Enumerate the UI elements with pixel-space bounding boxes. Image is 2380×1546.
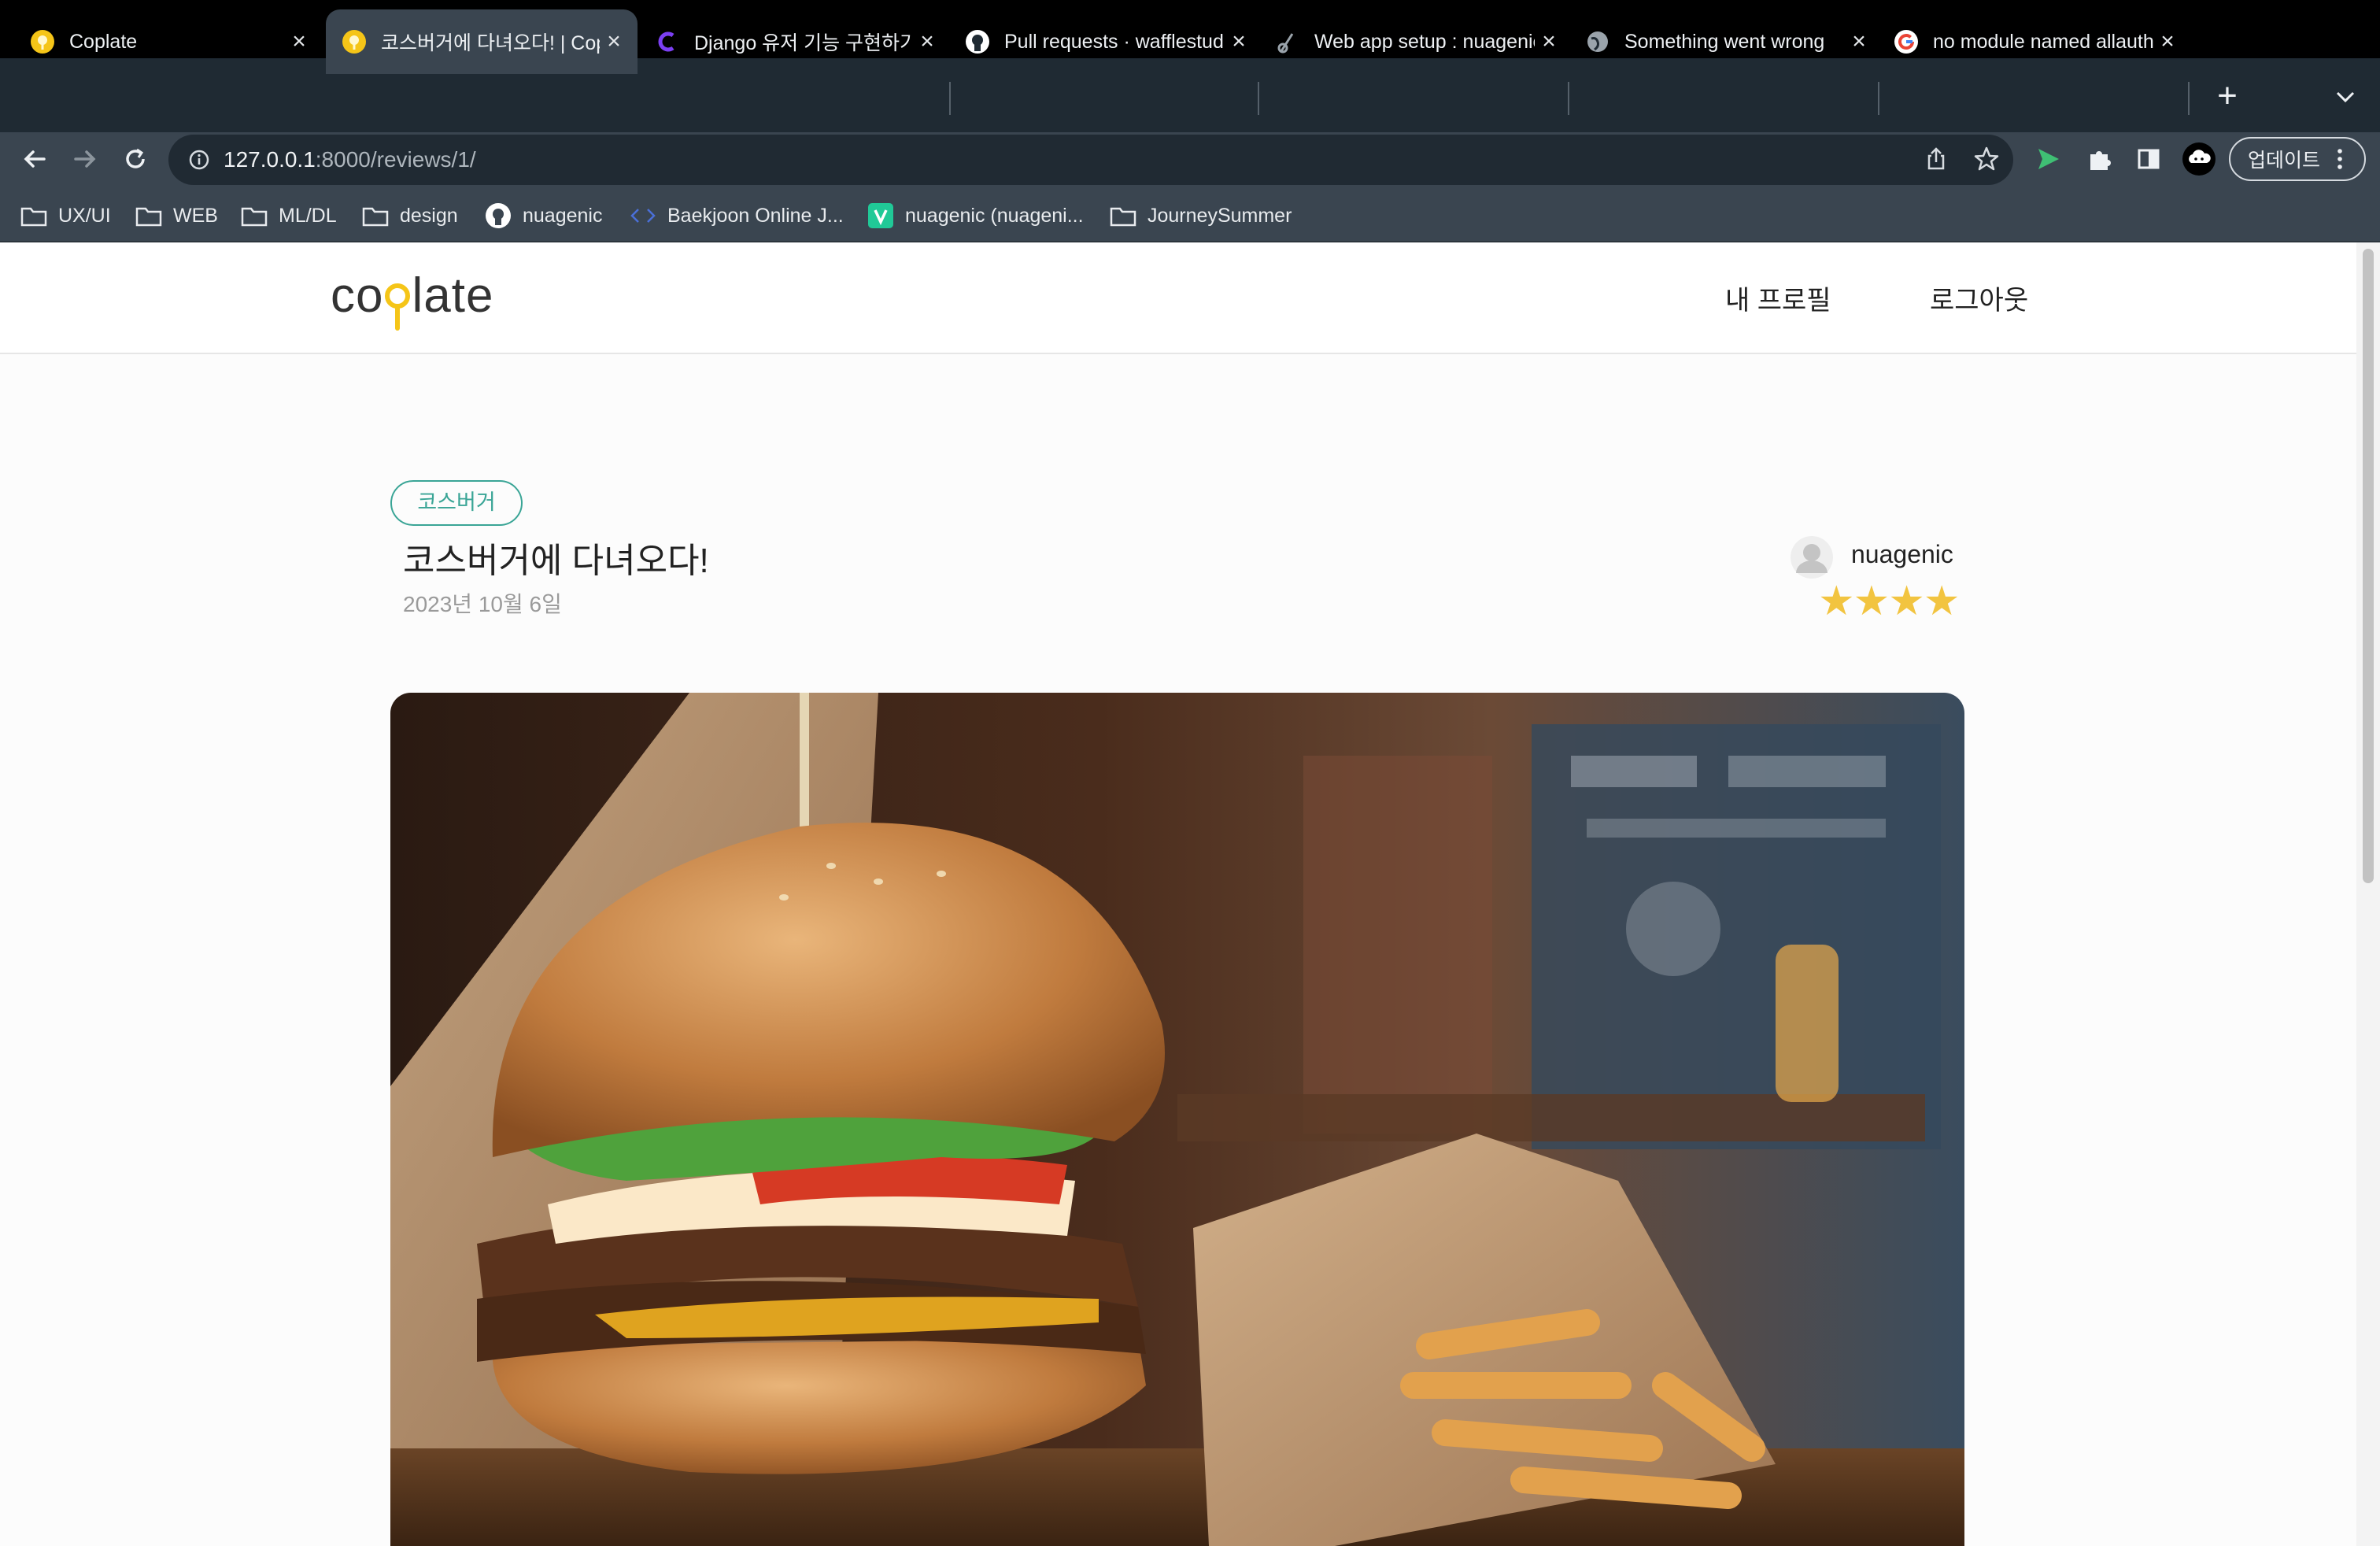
back-arrow-icon[interactable] [17,142,52,176]
v-icon [867,202,894,229]
bookmark-label: UX/UI [58,204,111,227]
site-logo[interactable]: co late [331,263,493,342]
tab-pythonanywhere[interactable]: Web app setup : nuagenic × [1262,9,1572,74]
github-icon [965,29,990,54]
tab-separator [1568,82,1569,115]
tab-separator [2188,82,2190,115]
bookmark-web[interactable]: WEB [135,198,218,233]
reload-icon[interactable] [118,142,153,176]
logo-text-right: late [412,268,494,323]
tab-close-icon[interactable]: × [2153,28,2182,55]
bookmark-journeysummer[interactable]: JourneySummer [1110,198,1292,233]
bookmark-baekjoon[interactable]: Baekjoon Online J... [630,198,844,233]
tab-github-prs[interactable]: Pull requests · wafflestudio × [952,9,1262,74]
logo-pin-icon [384,263,411,334]
code-icon [630,205,656,227]
extensions-puzzle-icon[interactable] [2084,143,2116,175]
review-title: 코스버거에 다녀오다! [403,542,709,580]
github-icon [485,202,512,229]
tab-title: Pull requests · wafflestudio [1004,30,1225,53]
tab-separator [949,82,951,115]
coplate-favicon-icon [30,29,55,54]
url-path: :8000/reviews/1/ [315,147,476,172]
folder-icon [362,205,389,227]
forward-arrow-icon[interactable] [68,142,102,176]
tab-title: Django 유저 기능 구현하기 [694,32,913,54]
bookmark-label: WEB [173,204,218,227]
tab-close-icon[interactable]: × [1225,28,1253,55]
review-photo [390,693,1964,1546]
bookmark-star-icon[interactable] [1971,143,2002,175]
url-text[interactable]: 127.0.0.1:8000/reviews/1/ [224,142,476,177]
tab-title: Something went wrong [1624,30,1825,53]
review-tag[interactable]: 코스버거 [390,480,523,526]
url-host: 127.0.0.1 [224,147,316,172]
folder-icon [20,205,47,227]
tab-close-icon[interactable]: × [1845,28,1873,55]
menu-dots-icon [2336,146,2344,172]
bookmark-ml-dl[interactable]: ML/DL [241,198,337,233]
tab-review-active[interactable]: 코스버거에 다녀오다! | Coplate × [326,9,638,74]
update-label: 업데이트 [2248,150,2321,172]
new-tab-button[interactable]: + [2204,72,2251,120]
bookmark-design[interactable]: design [362,198,458,233]
web-page: co late 내 프로필 로그아웃 코스버거 코스버거에 다녀오다! 2023… [0,242,2356,1546]
bookmark-nuagenic-velog[interactable]: nuagenic (nuageni... [867,198,1084,233]
share-icon[interactable] [1920,143,1952,175]
google-icon [1894,29,1919,54]
globe-icon [1585,29,1610,54]
run-extension-icon[interactable] [2032,143,2064,175]
folder-icon [241,205,268,227]
logo-text-left: co [331,268,384,323]
tab-title: Web app setup : nuagenic [1314,30,1535,53]
profile-avatar-icon[interactable] [2182,142,2216,176]
tab-separator [1258,82,1259,115]
tab-google-search[interactable]: no module named allauth × [1883,9,2191,74]
bookmark-label: JourneySummer [1148,204,1292,227]
tab-coplate[interactable]: Coplate × [0,9,323,74]
tab-search-chevron-icon[interactable] [2330,79,2361,113]
codeit-favicon-icon [655,29,680,54]
side-panel-icon[interactable] [2133,143,2164,175]
bookmark-label: nuagenic [523,204,603,227]
page-scrollbar-thumb[interactable] [2363,249,2374,883]
folder-icon [135,205,162,227]
bookmark-nuagenic-github[interactable]: nuagenic [485,198,602,233]
bookmark-ux-ui[interactable]: UX/UI [20,198,111,233]
tab-django[interactable]: Django 유저 기능 구현하기 × [639,9,951,74]
nav-logout[interactable]: 로그아웃 [1930,279,2028,317]
site-header: co late 내 프로필 로그아웃 [0,242,2356,354]
tab-close-icon[interactable]: × [285,28,313,55]
author-avatar [1790,535,1834,579]
pythonanywhere-icon [1275,29,1300,54]
tab-separator [1878,82,1879,115]
bookmark-label: ML/DL [279,204,337,227]
bookmark-label: Baekjoon Online J... [667,204,844,227]
update-button[interactable]: 업데이트 [2229,137,2366,181]
nav-my-profile[interactable]: 내 프로필 [1725,279,1831,317]
tab-title: 코스버거에 다녀오다! | Coplate [381,32,600,54]
review-date: 2023년 10월 6일 [403,592,562,616]
tab-error[interactable]: Something went wrong × [1572,9,1883,74]
coplate-favicon-icon [342,29,367,54]
tab-close-icon[interactable]: × [600,28,628,55]
tab-close-icon[interactable]: × [1535,28,1563,55]
tab-title: no module named allauth [1933,30,2153,53]
tab-title: Coplate [69,30,138,53]
folder-icon [1110,205,1136,227]
bookmark-label: design [400,204,458,227]
bookmark-label: nuagenic (nuageni... [905,204,1084,227]
site-info-icon[interactable] [186,146,213,173]
tab-close-icon[interactable]: × [913,28,941,55]
author-name[interactable]: nuagenic [1851,540,1953,569]
rating-stars: ★★★★ [1818,579,1960,624]
